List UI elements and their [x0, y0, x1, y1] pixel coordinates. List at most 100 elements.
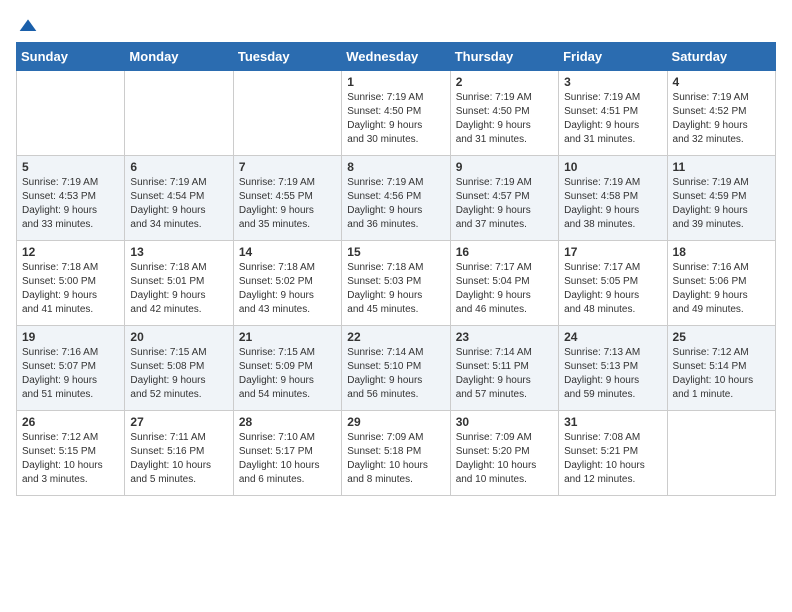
- day-number: 17: [564, 245, 661, 259]
- day-number: 8: [347, 160, 444, 174]
- day-info: Sunrise: 7:10 AM Sunset: 5:17 PM Dayligh…: [239, 431, 336, 487]
- calendar-day-cell: 22Sunrise: 7:14 AM Sunset: 5:10 PM Dayli…: [342, 326, 450, 411]
- day-info: Sunrise: 7:14 AM Sunset: 5:11 PM Dayligh…: [456, 346, 553, 402]
- calendar-table: SundayMondayTuesdayWednesdayThursdayFrid…: [16, 42, 776, 496]
- day-info: Sunrise: 7:15 AM Sunset: 5:09 PM Dayligh…: [239, 346, 336, 402]
- day-number: 18: [673, 245, 770, 259]
- day-number: 21: [239, 330, 336, 344]
- calendar-day-cell: 7Sunrise: 7:19 AM Sunset: 4:55 PM Daylig…: [233, 156, 341, 241]
- day-number: 14: [239, 245, 336, 259]
- calendar-day-cell: [125, 71, 233, 156]
- calendar-week-row: 26 Sunrise: 7:12 AM Sunset: 5:15 PM Dayli…: [17, 411, 776, 496]
- day-number: 19: [22, 330, 119, 344]
- calendar-day-cell: 12 Sunrise: 7:18 AM Sunset: 5:00 PM Dayli…: [17, 241, 125, 326]
- weekday-header-wednesday: Wednesday: [342, 43, 450, 71]
- day-number: 12: [22, 245, 119, 259]
- calendar-day-cell: 24 Sunrise: 7:13 AM Sunset: 5:13 PM Dayli…: [559, 326, 667, 411]
- day-info: Sunrise: 7:13 AM Sunset: 5:13 PM Dayligh…: [564, 346, 661, 402]
- calendar-day-cell: [667, 411, 775, 496]
- day-info: Sunrise: 7:19 AM Sunset: 4:50 PM Dayligh…: [347, 91, 444, 147]
- calendar-day-cell: 17 Sunrise: 7:17 AM Sunset: 5:05 PM Dayli…: [559, 241, 667, 326]
- calendar-day-cell: 3 Sunrise: 7:19 AM Sunset: 4:51 PM Daylig…: [559, 71, 667, 156]
- weekday-header-monday: Monday: [125, 43, 233, 71]
- day-info: Sunrise: 7:18 AM Sunset: 5:02 PM Dayligh…: [239, 261, 336, 317]
- day-info: Sunrise: 7:19 AM Sunset: 4:52 PM Dayligh…: [673, 91, 770, 147]
- calendar-day-cell: 14 Sunrise: 7:18 AM Sunset: 5:02 PM Dayli…: [233, 241, 341, 326]
- day-number: 11: [673, 160, 770, 174]
- day-info: Sunrise: 7:19 AM Sunset: 4:58 PM Dayligh…: [564, 176, 661, 232]
- calendar-week-row: 1 Sunrise: 7:19 AM Sunset: 4:50 PM Daylig…: [17, 71, 776, 156]
- day-info: Sunrise: 7:19 AM Sunset: 4:57 PM Dayligh…: [456, 176, 553, 232]
- calendar-day-cell: 1 Sunrise: 7:19 AM Sunset: 4:50 PM Daylig…: [342, 71, 450, 156]
- day-info: Sunrise: 7:09 AM Sunset: 5:18 PM Dayligh…: [347, 431, 444, 487]
- calendar-day-cell: 26 Sunrise: 7:12 AM Sunset: 5:15 PM Dayli…: [17, 411, 125, 496]
- day-number: 2: [456, 75, 553, 89]
- page-header: [16, 16, 776, 32]
- day-number: 22: [347, 330, 444, 344]
- day-number: 24: [564, 330, 661, 344]
- day-number: 28: [239, 415, 336, 429]
- calendar-day-cell: [17, 71, 125, 156]
- calendar-day-cell: 15 Sunrise: 7:18 AM Sunset: 5:03 PM Dayli…: [342, 241, 450, 326]
- calendar-day-cell: 20 Sunrise: 7:15 AM Sunset: 5:08 PM Dayli…: [125, 326, 233, 411]
- day-info: Sunrise: 7:16 AM Sunset: 5:07 PM Dayligh…: [22, 346, 119, 402]
- weekday-header-friday: Friday: [559, 43, 667, 71]
- day-info: Sunrise: 7:17 AM Sunset: 5:05 PM Dayligh…: [564, 261, 661, 317]
- calendar-day-cell: 21 Sunrise: 7:15 AM Sunset: 5:09 PM Dayli…: [233, 326, 341, 411]
- day-number: 16: [456, 245, 553, 259]
- calendar-week-row: 19 Sunrise: 7:16 AM Sunset: 5:07 PM Dayli…: [17, 326, 776, 411]
- weekday-header-tuesday: Tuesday: [233, 43, 341, 71]
- day-info: Sunrise: 7:08 AM Sunset: 5:21 PM Dayligh…: [564, 431, 661, 487]
- day-number: 1: [347, 75, 444, 89]
- calendar-day-cell: 13Sunrise: 7:18 AM Sunset: 5:01 PM Dayli…: [125, 241, 233, 326]
- calendar-week-row: 5Sunrise: 7:19 AM Sunset: 4:53 PM Daylig…: [17, 156, 776, 241]
- day-info: Sunrise: 7:15 AM Sunset: 5:08 PM Dayligh…: [130, 346, 227, 402]
- day-info: Sunrise: 7:17 AM Sunset: 5:04 PM Dayligh…: [456, 261, 553, 317]
- day-number: 6: [130, 160, 227, 174]
- day-info: Sunrise: 7:19 AM Sunset: 4:53 PM Dayligh…: [22, 176, 119, 232]
- weekday-header-row: SundayMondayTuesdayWednesdayThursdayFrid…: [17, 43, 776, 71]
- day-number: 25: [673, 330, 770, 344]
- calendar-day-cell: 9 Sunrise: 7:19 AM Sunset: 4:57 PM Daylig…: [450, 156, 558, 241]
- day-number: 30: [456, 415, 553, 429]
- weekday-header-sunday: Sunday: [17, 43, 125, 71]
- day-info: Sunrise: 7:09 AM Sunset: 5:20 PM Dayligh…: [456, 431, 553, 487]
- day-number: 20: [130, 330, 227, 344]
- day-number: 23: [456, 330, 553, 344]
- day-number: 3: [564, 75, 661, 89]
- day-number: 26: [22, 415, 119, 429]
- day-info: Sunrise: 7:19 AM Sunset: 4:59 PM Dayligh…: [673, 176, 770, 232]
- logo-icon: [18, 16, 38, 36]
- calendar-day-cell: 18 Sunrise: 7:16 AM Sunset: 5:06 PM Dayli…: [667, 241, 775, 326]
- day-info: Sunrise: 7:19 AM Sunset: 4:55 PM Dayligh…: [239, 176, 336, 232]
- calendar-day-cell: 10 Sunrise: 7:19 AM Sunset: 4:58 PM Dayli…: [559, 156, 667, 241]
- calendar-day-cell: 28 Sunrise: 7:10 AM Sunset: 5:17 PM Dayli…: [233, 411, 341, 496]
- day-info: Sunrise: 7:19 AM Sunset: 4:51 PM Dayligh…: [564, 91, 661, 147]
- calendar-day-cell: 5Sunrise: 7:19 AM Sunset: 4:53 PM Daylig…: [17, 156, 125, 241]
- day-number: 15: [347, 245, 444, 259]
- calendar-day-cell: 4Sunrise: 7:19 AM Sunset: 4:52 PM Daylig…: [667, 71, 775, 156]
- calendar-day-cell: 29 Sunrise: 7:09 AM Sunset: 5:18 PM Dayli…: [342, 411, 450, 496]
- calendar-day-cell: 19 Sunrise: 7:16 AM Sunset: 5:07 PM Dayli…: [17, 326, 125, 411]
- day-info: Sunrise: 7:19 AM Sunset: 4:54 PM Dayligh…: [130, 176, 227, 232]
- calendar-day-cell: 25Sunrise: 7:12 AM Sunset: 5:14 PM Dayli…: [667, 326, 775, 411]
- day-number: 10: [564, 160, 661, 174]
- day-number: 27: [130, 415, 227, 429]
- day-info: Sunrise: 7:12 AM Sunset: 5:15 PM Dayligh…: [22, 431, 119, 487]
- day-info: Sunrise: 7:18 AM Sunset: 5:01 PM Dayligh…: [130, 261, 227, 317]
- weekday-header-saturday: Saturday: [667, 43, 775, 71]
- calendar-day-cell: 11 Sunrise: 7:19 AM Sunset: 4:59 PM Dayli…: [667, 156, 775, 241]
- day-number: 29: [347, 415, 444, 429]
- day-info: Sunrise: 7:16 AM Sunset: 5:06 PM Dayligh…: [673, 261, 770, 317]
- day-info: Sunrise: 7:11 AM Sunset: 5:16 PM Dayligh…: [130, 431, 227, 487]
- day-info: Sunrise: 7:19 AM Sunset: 4:56 PM Dayligh…: [347, 176, 444, 232]
- day-info: Sunrise: 7:18 AM Sunset: 5:03 PM Dayligh…: [347, 261, 444, 317]
- calendar-day-cell: 2Sunrise: 7:19 AM Sunset: 4:50 PM Daylig…: [450, 71, 558, 156]
- weekday-header-thursday: Thursday: [450, 43, 558, 71]
- calendar-day-cell: 23 Sunrise: 7:14 AM Sunset: 5:11 PM Dayli…: [450, 326, 558, 411]
- logo: [16, 16, 38, 32]
- day-number: 9: [456, 160, 553, 174]
- day-info: Sunrise: 7:18 AM Sunset: 5:00 PM Dayligh…: [22, 261, 119, 317]
- calendar-day-cell: 31Sunrise: 7:08 AM Sunset: 5:21 PM Dayli…: [559, 411, 667, 496]
- calendar-day-cell: 27 Sunrise: 7:11 AM Sunset: 5:16 PM Dayli…: [125, 411, 233, 496]
